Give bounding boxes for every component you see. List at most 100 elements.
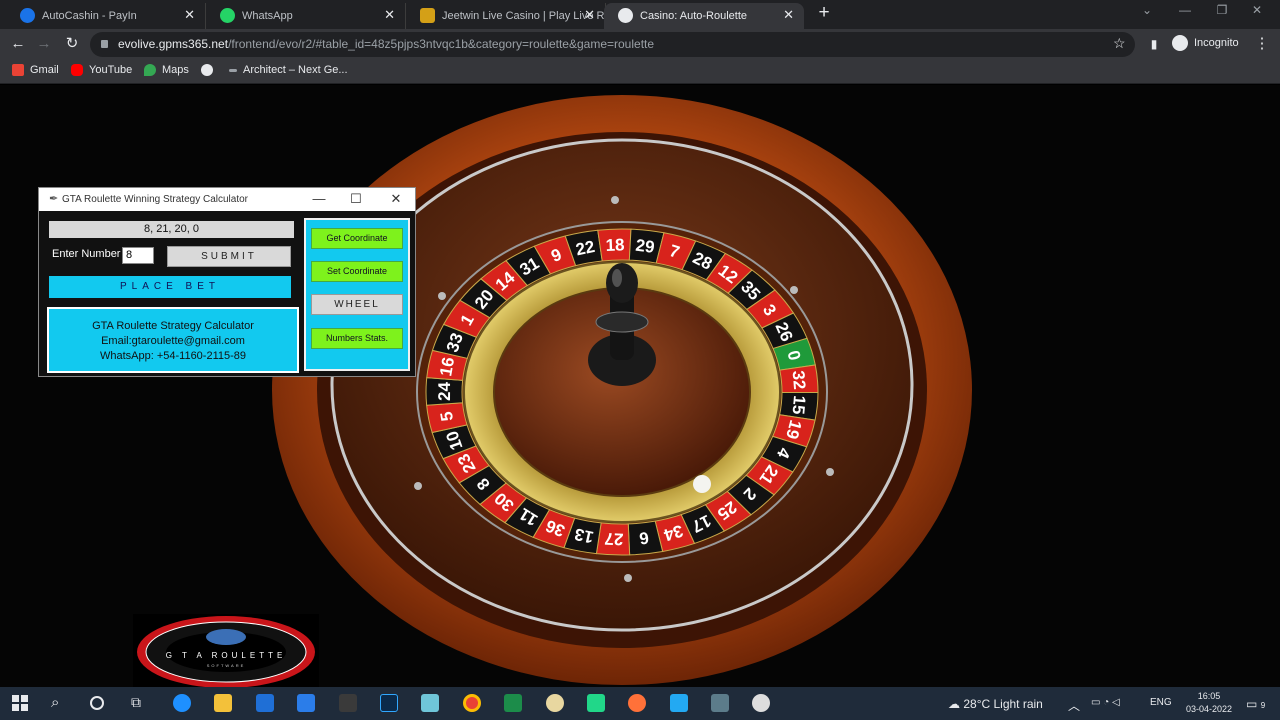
- youtube-icon: [71, 64, 83, 76]
- minimize-calculator-button[interactable]: —: [309, 191, 329, 206]
- wheel-number-label: 27: [604, 529, 624, 549]
- close-window-button[interactable]: ✕: [1242, 3, 1272, 17]
- wheel-number-label: 16: [436, 356, 458, 378]
- bookmark-star-icon[interactable]: ☆: [1113, 35, 1126, 52]
- close-calculator-button[interactable]: ✕: [386, 191, 406, 207]
- minimize-window-button[interactable]: —: [1170, 3, 1200, 17]
- chrome-icon[interactable]: [463, 694, 481, 712]
- wheel-button[interactable]: WHEEL: [311, 294, 403, 315]
- task-view-icon[interactable]: ⧉: [131, 694, 149, 712]
- store-icon[interactable]: [256, 694, 274, 712]
- globe-favicon-icon: [618, 8, 633, 23]
- start-windows-icon[interactable]: [11, 694, 29, 712]
- clock-time: 16:05: [1197, 691, 1221, 701]
- wheel-number-label: 29: [635, 236, 656, 257]
- obs-icon[interactable]: [752, 694, 770, 712]
- calculator-title: GTA Roulette Winning Strategy Calculator: [62, 194, 249, 205]
- vscode-icon[interactable]: [670, 694, 688, 712]
- close-tab-icon[interactable]: ✕: [384, 7, 395, 23]
- maximize-window-button[interactable]: ❐: [1207, 3, 1237, 17]
- autocashin-favicon-icon: [20, 8, 35, 23]
- firefox-icon[interactable]: [628, 694, 646, 712]
- bookmark-architect[interactable]: Architect – Next Ge...: [229, 64, 348, 76]
- roulette-video-area[interactable]: 0 32 15 19 4 21 2 25 17 34 6 27 13 36 11 30 8 23 10 5 24 16 33…: [0, 85, 1280, 687]
- track-diamond: [624, 574, 632, 582]
- strategy-calculator-window: ✒ GTA Roulette Winning Strategy Calculat…: [38, 187, 416, 377]
- jeetwin-favicon-icon: [420, 8, 435, 23]
- info-whatsapp: WhatsApp: +54-1160-2115-89: [99, 350, 247, 362]
- tab-title: Casino: Auto-Roulette: [640, 10, 748, 22]
- reload-button[interactable]: ↻: [62, 35, 82, 53]
- notification-icon[interactable]: ▭ 9: [1246, 697, 1265, 711]
- bookmark-label: Maps: [162, 64, 189, 76]
- close-tab-icon[interactable]: ✕: [783, 7, 794, 23]
- url-host: evolive.gpms365.net: [118, 37, 229, 51]
- close-tab-icon[interactable]: ✕: [184, 7, 195, 23]
- turret-ring: [595, 311, 649, 333]
- tab-title: AutoCashin - PayIn: [42, 10, 137, 22]
- wheel-number-label: 32: [789, 370, 809, 390]
- forward-button[interactable]: →: [34, 35, 54, 53]
- tab-search-icon[interactable]: ⌄: [1132, 3, 1162, 17]
- tab-auto-roulette[interactable]: Casino: Auto-Roulette ✕: [604, 3, 804, 29]
- language-indicator[interactable]: ENG: [1150, 697, 1172, 708]
- notification-bubble-icon: ▭: [1246, 697, 1258, 711]
- pycharm-icon[interactable]: [587, 694, 605, 712]
- calculator-titlebar[interactable]: ✒ GTA Roulette Winning Strategy Calculat…: [39, 188, 415, 211]
- mail-icon[interactable]: [297, 694, 315, 712]
- browser-menu-icon[interactable]: ⋮: [1252, 35, 1272, 53]
- app-icon[interactable]: [711, 694, 729, 712]
- set-coordinate-button[interactable]: Set Coordinate: [311, 261, 403, 282]
- url-text[interactable]: evolive.gpms365.net/frontend/evo/r2/#tab…: [118, 37, 654, 51]
- track-diamond: [438, 292, 446, 300]
- info-email: Email:gtaroulette@gmail.com: [101, 335, 245, 347]
- bookmark-label: Architect – Next Ge...: [243, 64, 348, 76]
- cortana-icon[interactable]: [90, 696, 104, 710]
- last-numbers-display: 8, 21, 20, 0: [49, 221, 294, 238]
- windows-taskbar: ⌕ ⧉ ☁ 28°C Light rain ︿ ▭ ◔ ◁ ENG 16:05 …: [0, 687, 1280, 720]
- app-icon[interactable]: [504, 694, 522, 712]
- google-icon: [201, 64, 213, 76]
- wheel-number-label: 24: [435, 381, 454, 401]
- photoshop-icon[interactable]: [380, 694, 398, 712]
- network-icon[interactable]: ▭ ◔ ◁: [1091, 697, 1120, 708]
- maximize-calculator-button[interactable]: ☐: [346, 191, 366, 207]
- place-bet-button[interactable]: PLACE BET: [49, 276, 291, 298]
- bookmark-gmail[interactable]: Gmail: [12, 64, 59, 76]
- logo-text: G T A ROULETTE: [166, 651, 287, 660]
- bookmark-label: YouTube: [89, 64, 133, 76]
- roulette-wheel-image: 0321519421225173462713361130823105241633…: [272, 95, 972, 685]
- gmail-icon: [12, 64, 24, 76]
- app-icon[interactable]: [339, 694, 357, 712]
- feather-app-icon: ✒: [49, 193, 59, 205]
- taskbar-clock[interactable]: 16:05 03-04-2022: [1186, 690, 1232, 716]
- bookmark-maps[interactable]: Maps: [144, 64, 189, 76]
- tab-title: WhatsApp: [242, 10, 293, 22]
- side-panel-icon[interactable]: ▮: [1144, 35, 1164, 53]
- incognito-indicator[interactable]: Incognito: [1172, 35, 1239, 51]
- tab-jeetwin[interactable]: Jeetwin Live Casino | Play Live Ro ✕: [406, 3, 606, 29]
- address-bar[interactable]: evolive.gpms365.net/frontend/evo/r2/#tab…: [90, 32, 1135, 57]
- get-coordinate-button[interactable]: Get Coordinate: [311, 228, 403, 249]
- edge-icon[interactable]: [173, 694, 191, 712]
- tray-chevron-icon[interactable]: ︿: [1068, 697, 1080, 714]
- app-icon[interactable]: [546, 694, 564, 712]
- weather-widget[interactable]: ☁ 28°C Light rain: [948, 697, 1043, 711]
- incognito-label: Incognito: [1194, 37, 1239, 49]
- numbers-stats-button[interactable]: Numbers Stats.: [311, 328, 403, 349]
- back-button[interactable]: ←: [8, 35, 28, 53]
- bookmark-youtube[interactable]: YouTube: [71, 64, 132, 76]
- file-explorer-icon[interactable]: [214, 694, 232, 712]
- track-diamond: [826, 468, 834, 476]
- search-icon[interactable]: ⌕: [51, 694, 69, 712]
- new-tab-button[interactable]: +: [814, 2, 834, 24]
- app-icon[interactable]: [421, 694, 439, 712]
- tab-autocashin[interactable]: AutoCashin - PayIn ✕: [6, 3, 206, 29]
- architect-icon: [229, 68, 237, 72]
- bookmark-google[interactable]: [201, 64, 213, 76]
- number-input[interactable]: 8: [122, 247, 154, 264]
- tab-whatsapp[interactable]: WhatsApp ✕: [206, 3, 406, 29]
- turret-highlight: [612, 269, 622, 287]
- submit-button[interactable]: SUBMIT: [167, 246, 291, 267]
- close-tab-icon[interactable]: ✕: [584, 7, 595, 23]
